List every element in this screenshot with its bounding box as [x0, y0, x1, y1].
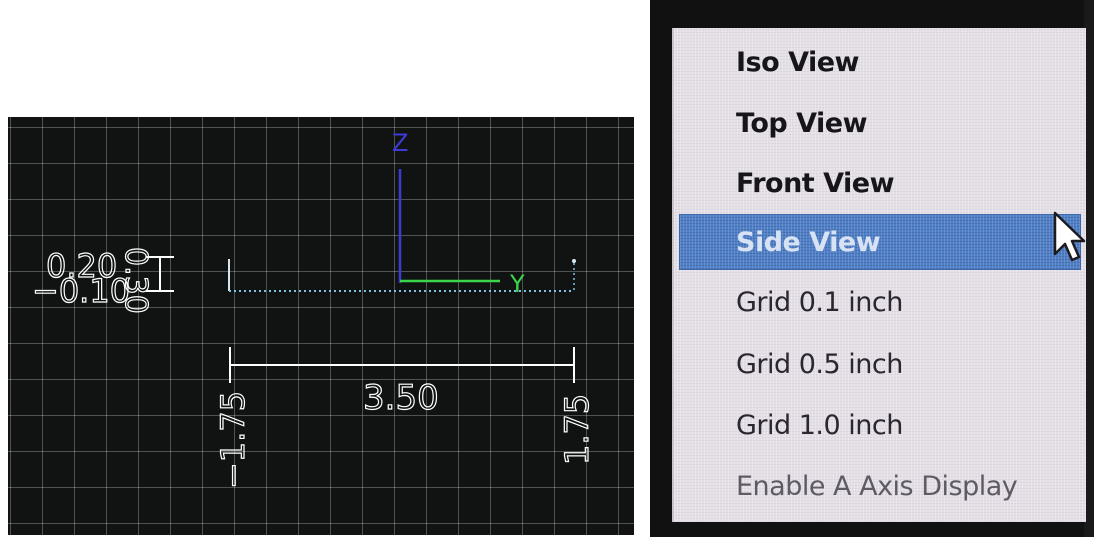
view-context-menu: Iso View Top View Front View Side View G… [672, 28, 1086, 522]
menu-item-enable-a-axis-display[interactable]: Enable A Axis Display [674, 458, 1086, 514]
menu-item-top-view[interactable]: Top View [674, 95, 1086, 151]
menu-item-iso-view[interactable]: Iso View [674, 34, 1086, 90]
y-axis-label: Y [509, 270, 525, 298]
width-dim-right-label: 1.75 [558, 394, 596, 465]
preview-canvas: 0.20 −0.10 0.30 Z Y 3.50 −1.75 1.75 [31, 129, 596, 490]
menu-item-grid-0-1-inch[interactable]: Grid 0.1 inch [674, 274, 1086, 330]
menu-item-side-view[interactable]: Side View [679, 214, 1081, 270]
toolpath-preview-viewport[interactable]: 0.20 −0.10 0.30 Z Y 3.50 −1.75 1.75 [8, 117, 634, 535]
height-dim-bottom-label: −0.10 [32, 272, 130, 310]
width-dim-left-label: −1.75 [214, 391, 252, 489]
menu-item-grid-0-5-inch[interactable]: Grid 0.5 inch [674, 336, 1086, 392]
z-axis-label: Z [392, 129, 408, 157]
width-dim-total-label: 3.50 [363, 378, 439, 418]
menu-item-grid-1-0-inch[interactable]: Grid 1.0 inch [674, 397, 1086, 453]
arrow-cursor-icon [1052, 210, 1086, 268]
menu-item-front-view[interactable]: Front View [674, 155, 1086, 211]
axis-triad: Z Y [392, 129, 525, 298]
screen: 0.20 −0.10 0.30 Z Y 3.50 −1.75 1.75 Iso … [0, 0, 1094, 537]
